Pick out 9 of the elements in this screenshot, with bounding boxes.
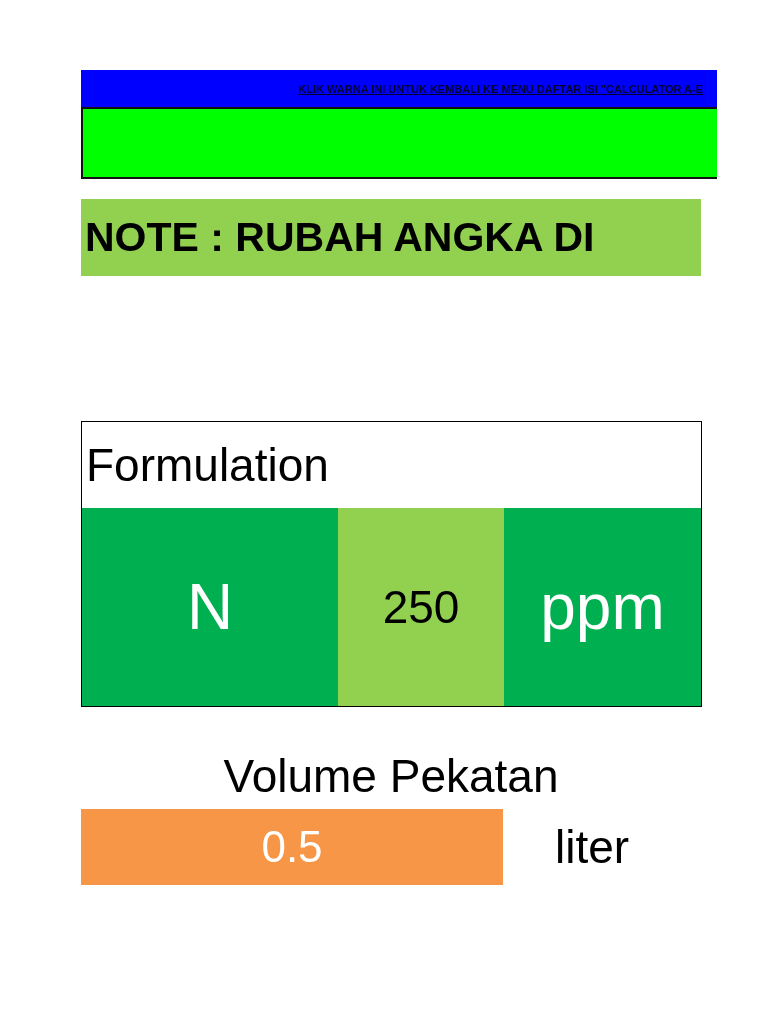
volume-label: Volume Pekatan [223,750,559,802]
formulation-title: Formulation [86,438,329,492]
volume-value-cell[interactable]: 0.5 [81,809,503,885]
amount-cell[interactable]: 250 [338,508,504,706]
volume-unit: liter [555,820,630,874]
element-cell: N [82,508,338,706]
unit-cell: ppm [504,508,701,706]
menu-link[interactable]: KLIK WARNA INI UNTUK KEMBALI KE MENU DAFTAR ISI "CALCULATOR A-E [298,82,703,95]
note-text: NOTE : RUBAH ANGKA DI [85,214,595,261]
